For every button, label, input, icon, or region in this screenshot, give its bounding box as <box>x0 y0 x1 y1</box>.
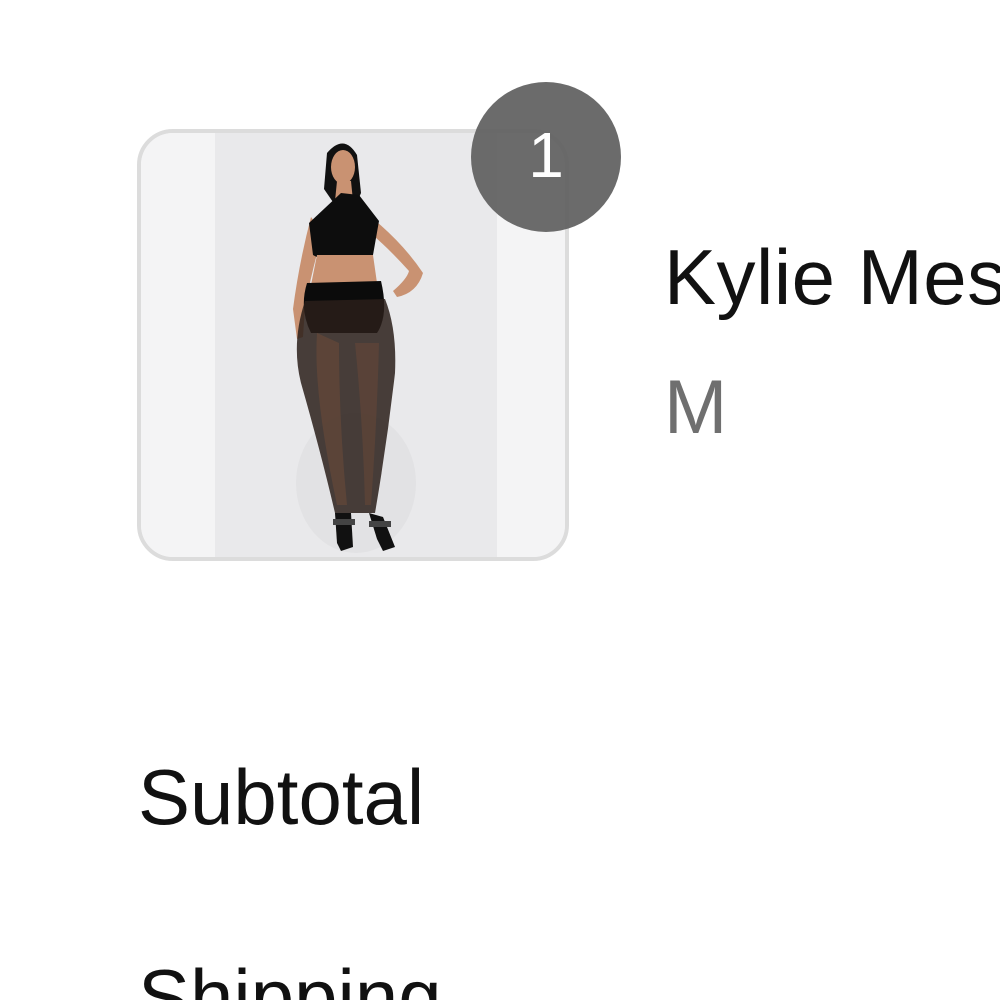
order-summary: 1 Kylie Mesh Skirt Set M Subtotal Shippi… <box>0 0 1000 1000</box>
subtotal-label: Subtotal <box>138 753 425 841</box>
product-size: M <box>664 365 728 450</box>
quantity-badge: 1 <box>471 82 621 232</box>
product-name: Kylie Mesh Skirt Set <box>664 233 1000 321</box>
shipping-label: Shipping <box>138 953 442 1000</box>
